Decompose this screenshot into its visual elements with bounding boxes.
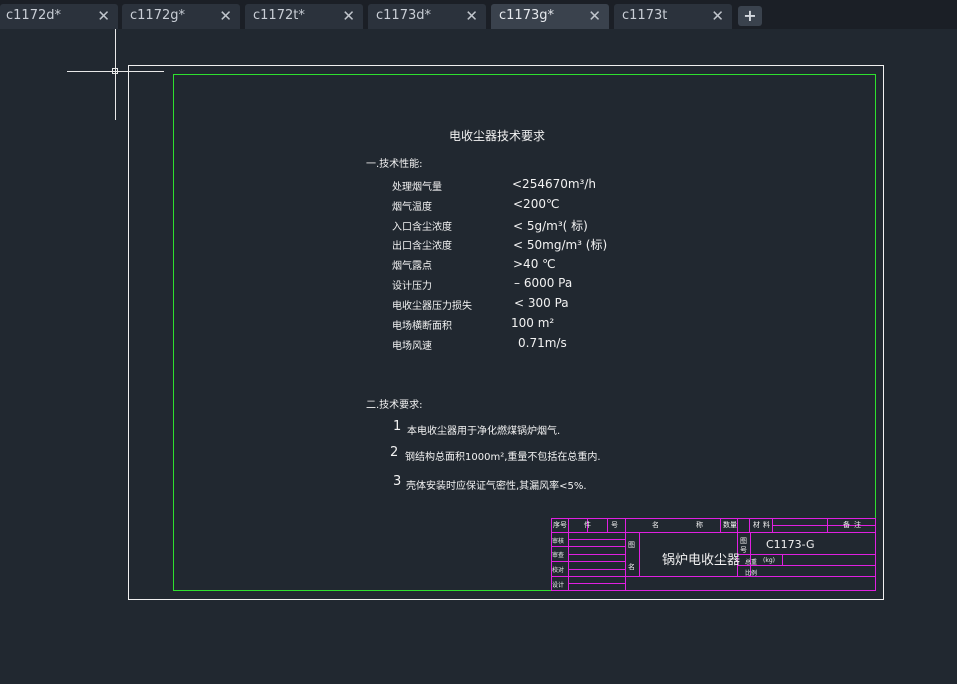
requirement-number: 1 bbox=[393, 419, 402, 434]
drawing-number: C1173-G bbox=[766, 538, 815, 551]
title-block-header: 号 bbox=[611, 521, 618, 529]
drawing-canvas[interactable]: 电收尘器技术要求 一.技术性能: 处理烟气量 <254670m³/h 烟气温度 … bbox=[0, 29, 957, 684]
title-block-mark: 总重 bbox=[745, 559, 758, 566]
title-block-header: 数量 bbox=[723, 521, 737, 529]
tab-c1172g[interactable]: c1172g* ✕ bbox=[122, 4, 240, 29]
title-block: 序号 件 号 名 称 数量 材 料 备 注 审核 审查 校对 设计 图 名 图 … bbox=[551, 518, 876, 591]
tab-label: c1172g* bbox=[130, 8, 185, 23]
spec-label: 电场横断面积 bbox=[392, 321, 452, 332]
tab-c1172t[interactable]: c1172t* ✕ bbox=[245, 4, 363, 29]
spec-label: 电场风速 bbox=[392, 341, 432, 352]
tab-label: c1173t bbox=[622, 8, 668, 23]
title-block-row-label: 设计 bbox=[552, 582, 565, 589]
spec-value: >40 ℃ bbox=[513, 257, 556, 271]
requirement-number: 3 bbox=[393, 474, 402, 489]
drawing-frame bbox=[173, 74, 876, 591]
title-block-header: 名 bbox=[652, 521, 659, 529]
requirement-number: 2 bbox=[390, 445, 399, 460]
title-block-header: 称 bbox=[696, 521, 703, 529]
spec-value: < 300 Pa bbox=[514, 296, 569, 310]
title-block-header: 材 bbox=[753, 521, 760, 529]
spec-value: < 50mg/m³ (标) bbox=[513, 238, 608, 252]
title-block-header: 注 bbox=[854, 521, 861, 529]
crosshair-pickbox bbox=[112, 68, 118, 74]
close-icon[interactable]: ✕ bbox=[588, 4, 601, 28]
section-performance-heading: 一.技术性能: bbox=[366, 159, 423, 170]
tab-c1172d[interactable]: c1172d* ✕ bbox=[0, 4, 118, 29]
crosshair-cursor-vertical bbox=[115, 29, 116, 120]
title-block-row-label: 审查 bbox=[552, 552, 565, 559]
tab-c1173t[interactable]: c1173t ✕ bbox=[614, 4, 732, 29]
requirement-text: 本电收尘器用于净化燃煤锅炉烟气. bbox=[407, 426, 561, 437]
product-name: 锅炉电收尘器 bbox=[662, 553, 741, 568]
tab-label: c1172t* bbox=[253, 8, 305, 23]
close-icon[interactable]: ✕ bbox=[711, 4, 724, 28]
close-icon[interactable]: ✕ bbox=[342, 4, 355, 28]
drawing-title: 电收尘器技术要求 bbox=[449, 129, 546, 143]
spec-value: <254670m³/h bbox=[512, 177, 597, 191]
title-block-row-label: 校对 bbox=[552, 567, 565, 574]
close-icon[interactable]: ✕ bbox=[97, 4, 110, 28]
close-icon[interactable]: ✕ bbox=[465, 4, 478, 28]
spec-label: 电收尘器压力损失 bbox=[392, 301, 472, 312]
spec-value: <200℃ bbox=[513, 197, 560, 211]
title-block-mark: 比例 bbox=[745, 570, 758, 577]
spec-value: 0.71m/s bbox=[518, 336, 567, 350]
spec-value: 100 m² bbox=[511, 316, 555, 330]
spec-label: 出口含尘浓度 bbox=[392, 241, 452, 252]
tab-label: c1173g* bbox=[499, 8, 554, 23]
close-icon[interactable]: ✕ bbox=[219, 4, 232, 28]
title-block-mark: (kg) bbox=[763, 557, 775, 564]
new-tab-button[interactable]: + bbox=[738, 6, 762, 26]
spec-label: 烟气露点 bbox=[392, 261, 432, 272]
spec-label: 入口含尘浓度 bbox=[392, 222, 452, 233]
tab-bar: c1172d* ✕ c1172g* ✕ c1172t* ✕ c1173d* ✕ … bbox=[0, 0, 957, 29]
section-requirements-heading: 二.技术要求: bbox=[366, 400, 423, 411]
spec-label: 设计压力 bbox=[392, 281, 432, 292]
requirement-text: 壳体安装时应保证气密性,其漏风率<5%. bbox=[406, 481, 587, 492]
tab-label: c1173d* bbox=[376, 8, 431, 23]
title-block-mark: 号 bbox=[740, 546, 747, 554]
title-block-mark: 图 bbox=[628, 541, 635, 549]
title-block-row-label: 审核 bbox=[552, 538, 565, 545]
spec-value: – 6000 Pa bbox=[514, 276, 573, 290]
title-block-header: 件 bbox=[584, 521, 591, 529]
tab-c1173g[interactable]: c1173g* ✕ bbox=[491, 4, 609, 29]
spec-value: < 5g/m³( 标) bbox=[513, 219, 588, 233]
requirement-text: 钢结构总面积1000m²,重量不包括在总重内. bbox=[405, 452, 601, 463]
title-block-header: 序号 bbox=[553, 521, 567, 529]
title-block-header: 料 bbox=[763, 521, 770, 529]
title-block-header: 备 bbox=[843, 521, 850, 529]
spec-label: 处理烟气量 bbox=[392, 182, 442, 193]
tab-label: c1172d* bbox=[6, 8, 61, 23]
title-block-mark: 名 bbox=[628, 563, 635, 571]
spec-label: 烟气温度 bbox=[392, 202, 432, 213]
tab-c1173d[interactable]: c1173d* ✕ bbox=[368, 4, 486, 29]
